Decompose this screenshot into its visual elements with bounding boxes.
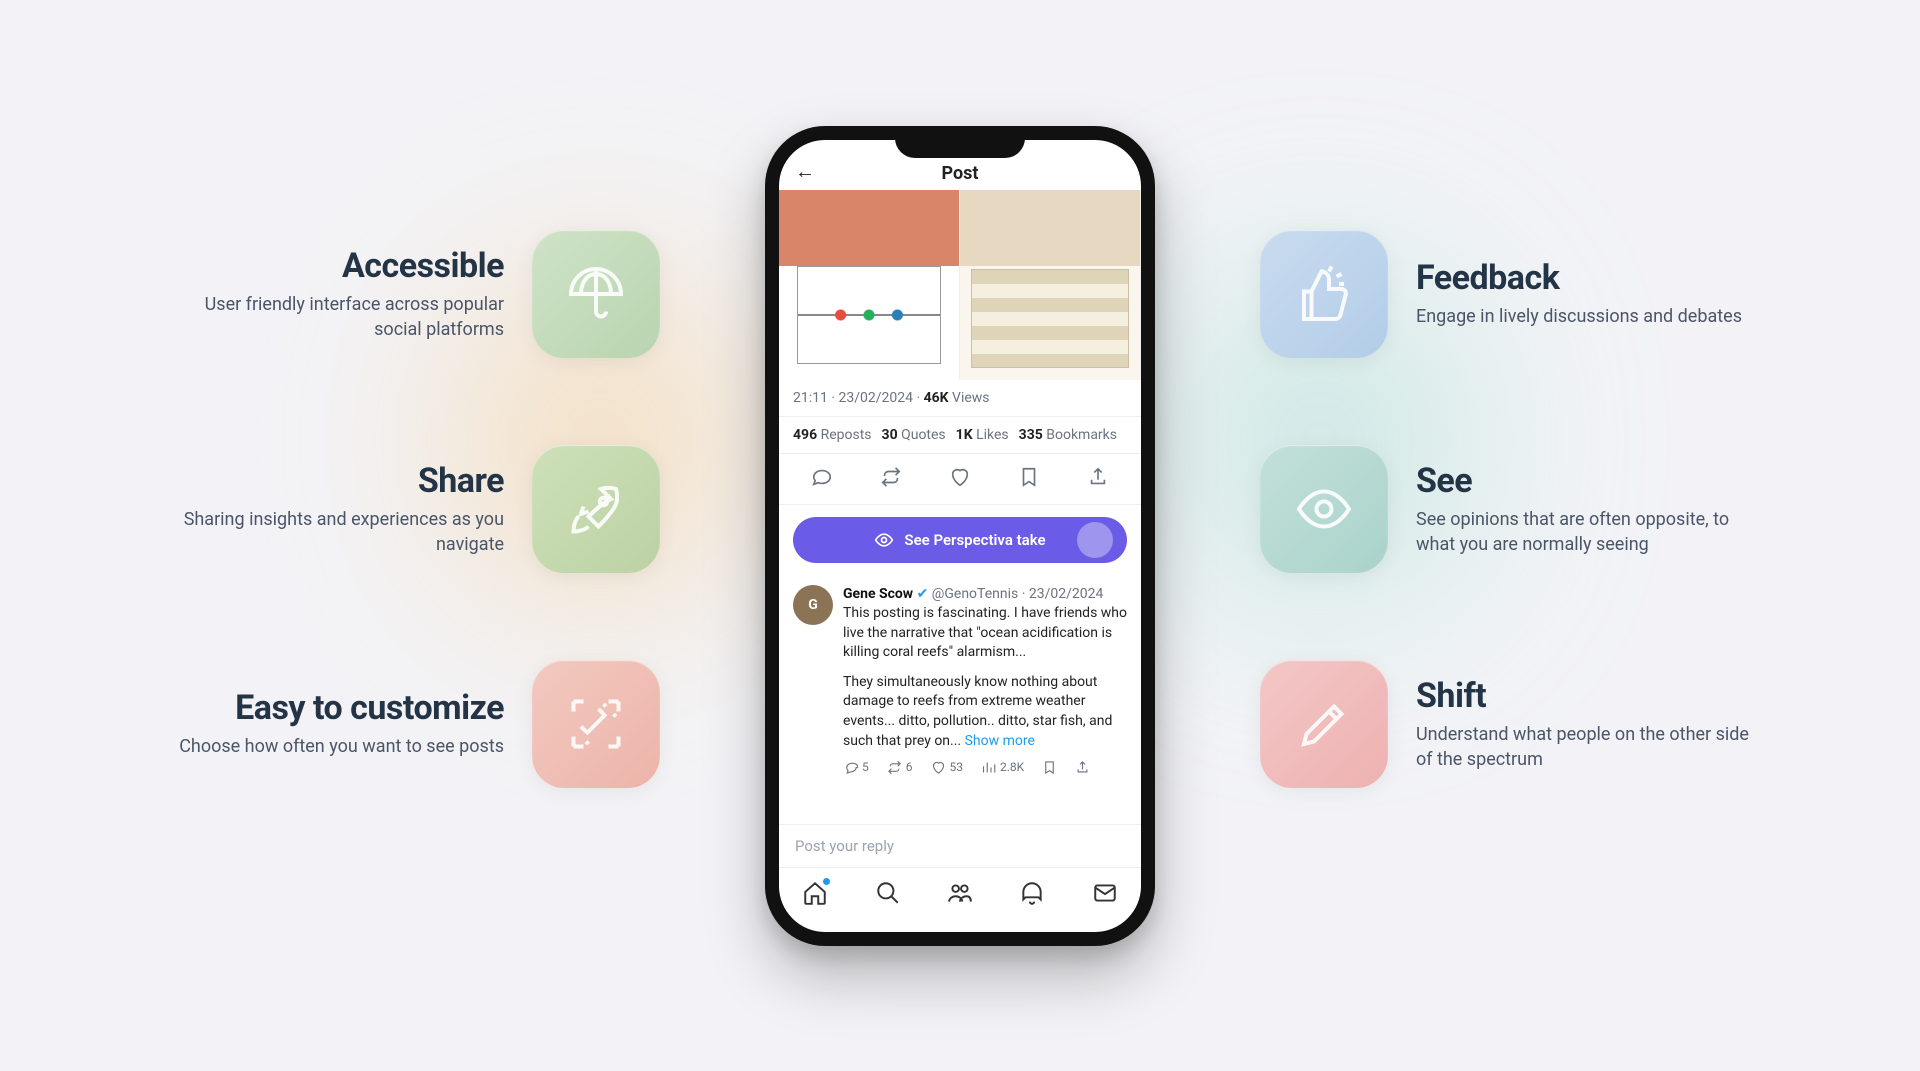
reply-handle: @GenoTennis xyxy=(932,586,1018,602)
feature-desc: Engage in lively discussions and debates xyxy=(1416,304,1760,329)
tab-bar xyxy=(779,867,1141,932)
cta-label: See Perspectiva take xyxy=(904,531,1045,549)
tab-people[interactable] xyxy=(947,880,973,910)
rocket-icon xyxy=(532,445,660,573)
reply-views[interactable]: 2.8K xyxy=(981,759,1024,776)
post-image[interactable] xyxy=(779,190,1141,380)
feature-title: See xyxy=(1416,461,1760,501)
reply-item[interactable]: G Gene Scow ✔ @GenoTennis · 23/02/2024 T… xyxy=(779,575,1141,787)
thumbs-up-icon xyxy=(1260,230,1388,358)
repost-icon[interactable] xyxy=(880,466,902,492)
post-actions xyxy=(779,454,1141,505)
post-meta: 21:11 · 23/02/2024 · 46K Views xyxy=(779,380,1141,417)
feature-title: Feedback xyxy=(1416,258,1760,298)
reply-share[interactable] xyxy=(1075,760,1090,775)
umbrella-icon xyxy=(532,230,660,358)
reply-stats: 5 6 53 2.8K xyxy=(843,759,1127,776)
reply-body-2: They simultaneously know nothing about d… xyxy=(843,673,1127,751)
reply-bookmark[interactable] xyxy=(1042,760,1057,775)
avatar: G xyxy=(793,585,833,625)
header-title: Post xyxy=(942,163,979,184)
show-more-link[interactable]: Show more xyxy=(965,733,1035,749)
reply-icon[interactable] xyxy=(811,466,833,492)
reply-repost[interactable]: 6 xyxy=(887,759,913,776)
phone-mockup: ← Post 21:11 · 23/02/2024 · 46K Views 49… xyxy=(765,126,1155,946)
perspectiva-button[interactable]: See Perspectiva take xyxy=(793,517,1127,563)
feature-desc: Choose how often you want to see posts xyxy=(160,734,504,759)
like-icon[interactable] xyxy=(949,466,971,492)
feature-shift: Shift Understand what people on the othe… xyxy=(1260,660,1760,788)
back-icon[interactable]: ← xyxy=(795,159,815,184)
reply-date: 23/02/2024 xyxy=(1029,586,1104,602)
post-stats: 496 Reposts 30 Quotes 1K Likes 335 Bookm… xyxy=(779,417,1141,454)
tab-notifications[interactable] xyxy=(1019,880,1045,910)
feature-see: See See opinions that are often opposite… xyxy=(1260,445,1760,573)
feature-desc: User friendly interface across popular s… xyxy=(160,292,504,342)
feature-title: Share xyxy=(160,461,504,501)
eye-icon xyxy=(1260,445,1388,573)
feature-desc: Understand what people on the other side… xyxy=(1416,722,1760,772)
compose-input[interactable]: Post your reply xyxy=(779,824,1141,867)
tab-messages[interactable] xyxy=(1092,880,1118,910)
reply-author: Gene Scow xyxy=(843,586,913,602)
feature-desc: See opinions that are often opposite, to… xyxy=(1416,507,1760,557)
reply-like[interactable]: 53 xyxy=(931,759,964,776)
tab-search[interactable] xyxy=(875,880,901,910)
reply-count[interactable]: 5 xyxy=(843,759,869,776)
feature-share: Share Sharing insights and experiences a… xyxy=(160,445,660,573)
verified-icon: ✔ xyxy=(917,586,929,602)
bookmark-icon[interactable] xyxy=(1018,466,1040,492)
share-icon[interactable] xyxy=(1087,466,1109,492)
reply-body: This posting is fascinating. I have frie… xyxy=(843,604,1127,663)
feature-customize: Easy to customize Choose how often you w… xyxy=(160,660,660,788)
wand-icon xyxy=(532,660,660,788)
tab-home[interactable] xyxy=(802,880,828,910)
feature-title: Easy to customize xyxy=(160,688,504,728)
feature-desc: Sharing insights and experiences as you … xyxy=(160,507,504,557)
pencil-icon xyxy=(1260,660,1388,788)
feature-title: Shift xyxy=(1416,676,1760,716)
feature-title: Accessible xyxy=(160,246,504,286)
feature-accessible: Accessible User friendly interface acros… xyxy=(160,230,660,358)
feature-feedback: Feedback Engage in lively discussions an… xyxy=(1260,230,1760,358)
